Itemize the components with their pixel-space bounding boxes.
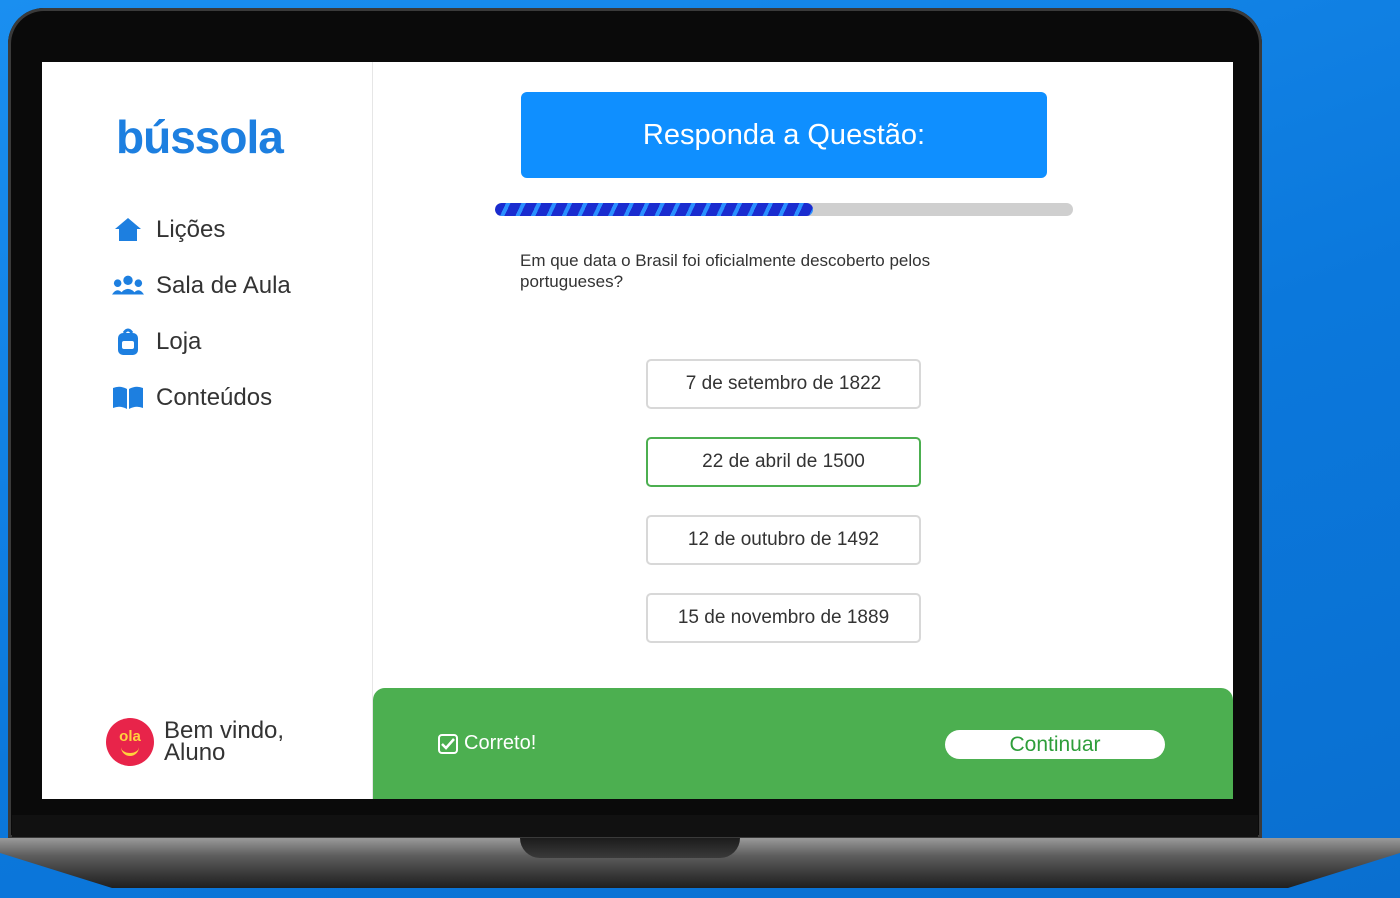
laptop-notch xyxy=(520,838,740,858)
user-welcome: ola Bem vindo, Aluno xyxy=(106,718,284,766)
correct-indicator: Correto! xyxy=(438,732,536,755)
avatar[interactable]: ola xyxy=(106,718,154,766)
sidebar-item-sala-de-aula[interactable]: Sala de Aula xyxy=(112,258,291,314)
question-banner: Responda a Questão: xyxy=(521,92,1047,178)
answer-option[interactable]: 12 de outubro de 1492 xyxy=(646,515,921,565)
user-greeting-block: Bem vindo, Aluno xyxy=(164,719,284,766)
progress-bar xyxy=(495,203,1073,216)
quiz-panel: Responda a Questão: Em que data o Brasil… xyxy=(373,62,1233,799)
sidebar-item-conteudos[interactable]: Conteúdos xyxy=(112,370,291,426)
app-logo: bússola xyxy=(116,111,284,163)
answer-option-selected[interactable]: 22 de abril de 1500 xyxy=(646,437,921,487)
question-text: Em que data o Brasil foi oficialmente de… xyxy=(520,251,931,291)
app-screen: bússola Lições Sala de Aula Loja Conteúd… xyxy=(42,62,1233,799)
smile-icon xyxy=(121,745,139,756)
sidebar-item-label: Conteúdos xyxy=(156,384,273,411)
feedback-status: Correto! xyxy=(464,732,537,754)
sidebar: bússola Lições Sala de Aula Loja Conteúd… xyxy=(42,62,373,799)
sidebar-item-label: Lições xyxy=(156,216,226,243)
sidebar-item-licoes[interactable]: Lições xyxy=(112,202,291,258)
users-icon xyxy=(112,270,144,302)
sidebar-nav: Lições Sala de Aula Loja Conteúdos xyxy=(112,202,291,426)
answer-option[interactable]: 15 de novembro de 1889 xyxy=(646,593,921,643)
continue-button[interactable]: Continuar xyxy=(945,730,1165,759)
avatar-text: ola xyxy=(119,727,141,745)
book-icon xyxy=(112,382,144,414)
sidebar-item-loja[interactable]: Loja xyxy=(112,314,291,370)
progress-fill xyxy=(495,203,813,216)
user-name: Aluno xyxy=(164,739,226,766)
screen-bezel-bottom xyxy=(12,815,1258,837)
home-icon xyxy=(112,214,144,246)
check-icon xyxy=(438,733,458,754)
feedback-bar: Correto! Continuar xyxy=(373,688,1233,799)
backpack-icon xyxy=(112,326,144,358)
sidebar-item-label: Loja xyxy=(156,328,202,355)
answer-option[interactable]: 7 de setembro de 1822 xyxy=(646,359,921,409)
answer-options: 7 de setembro de 1822 22 de abril de 150… xyxy=(646,359,921,671)
sidebar-item-label: Sala de Aula xyxy=(156,272,291,299)
